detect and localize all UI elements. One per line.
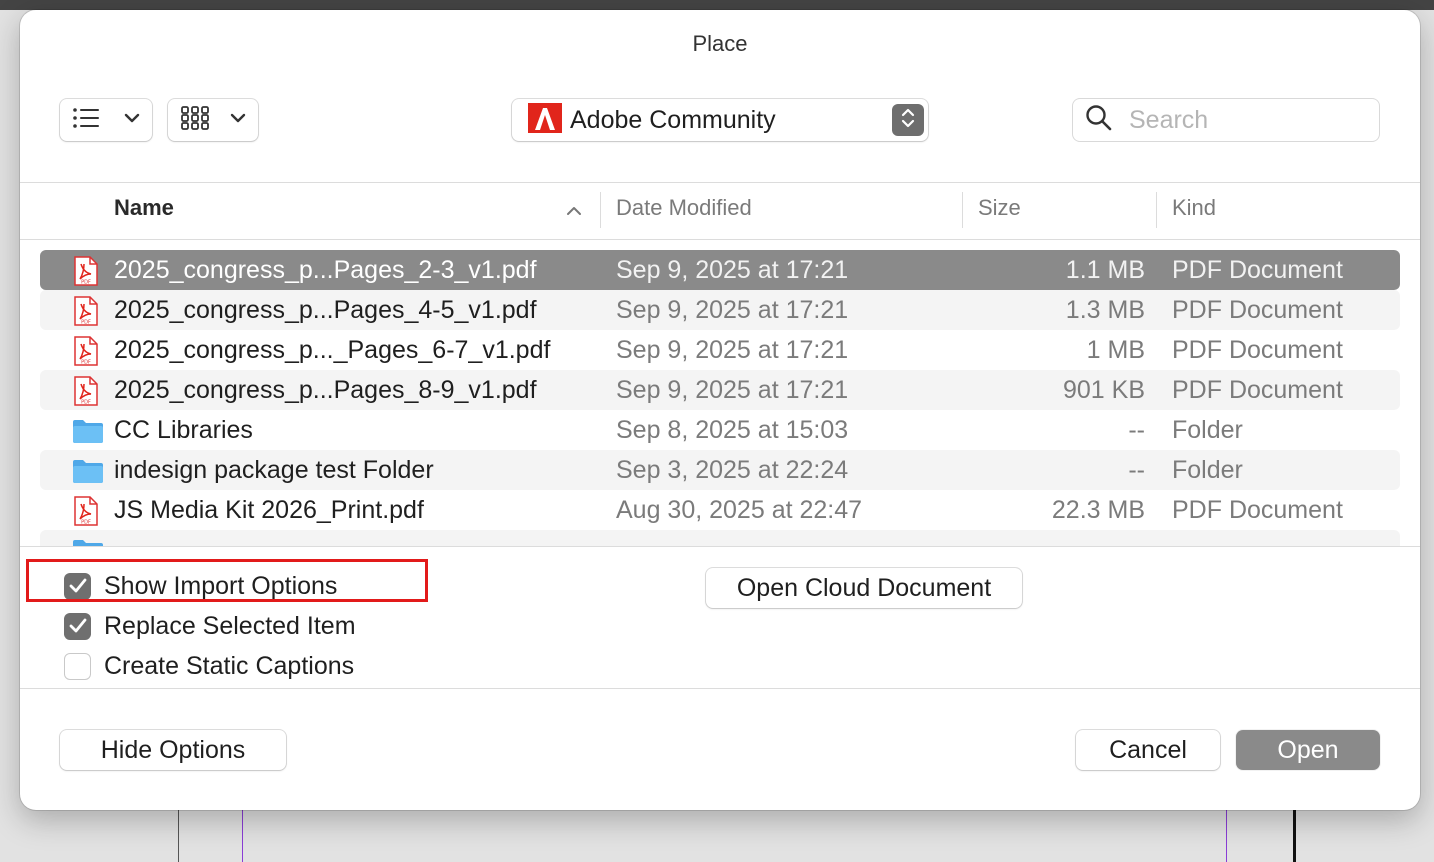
file-size: 901 KB [1062,376,1145,404]
file-date: Sep 8, 2025 at 15:03 [616,416,849,444]
checkbox-unchecked[interactable] [64,652,91,680]
background-guide-line [1226,805,1227,862]
file-size: -- [1128,456,1145,484]
file-date: Sep 9, 2025 at 17:21 [616,376,849,404]
column-header-name[interactable]: Name [114,195,174,221]
file-size: -- [1128,416,1145,444]
file-date: Sep 9, 2025 at 17:21 [616,256,849,284]
file-row[interactable]: PDF 2025_congress_p...Pages_4-5_v1.pdf S… [40,290,1400,330]
search-field[interactable] [1073,99,1379,141]
file-size: 22.3 MB [1051,496,1145,524]
search-input[interactable] [1127,104,1361,136]
file-kind: Folder [1172,456,1243,484]
grid-view-button[interactable] [168,99,258,141]
folder-icon [72,458,104,491]
open-cloud-document-button[interactable]: Open Cloud Document [706,568,1022,608]
column-separator[interactable] [600,192,601,228]
file-date: Sep 3, 2025 at 22:24 [616,456,849,484]
file-name: 2025_congress_p...Pages_2-3_v1.pdf [114,256,537,284]
file-kind: PDF Document [1172,336,1343,364]
pdf-icon: PDF [74,336,98,373]
file-date: Sep 9, 2025 at 17:21 [616,296,849,324]
file-name: 2025_congress_p...Pages_4-5_v1.pdf [114,296,537,324]
chevron-down-icon [124,111,140,129]
file-size: 1.3 MB [1065,296,1145,324]
open-button[interactable]: Open [1236,730,1380,770]
background-guide-line [242,805,243,862]
checkmark-icon [69,618,86,633]
svg-text:PDF: PDF [81,360,91,366]
file-name: JS Media Kit 2026_Print.pdf [114,496,424,524]
file-kind: PDF Document [1172,296,1343,324]
list-view-icon [72,107,100,134]
background-guide-line [178,805,179,862]
file-name: indesign package test Folder [114,456,434,484]
location-popup[interactable]: Adobe Community [512,99,928,141]
file-kind: PDF Document [1172,376,1343,404]
pdf-icon: PDF [74,256,98,293]
place-dialog: Place Adobe Community Search Name Date M… [20,10,1420,810]
folder-icon [72,418,104,451]
location-label: Adobe Community [570,105,776,134]
sort-ascending-icon [566,204,582,222]
column-header-kind[interactable]: Kind [1172,195,1216,221]
annotation-highlight-box [26,559,428,602]
checkbox-label: Replace Selected Item [104,611,356,640]
file-name: 2025_congress_p..._Pages_6-7_v1.pdf [114,336,551,364]
folder-row[interactable]: indesign package test Folder Sep 3, 2025… [40,450,1400,490]
file-date: Aug 30, 2025 at 22:47 [616,496,863,524]
file-row[interactable]: PDF 2025_congress_p..._Pages_6-7_v1.pdf … [40,330,1400,370]
replace-selected-item-checkbox[interactable]: Replace Selected Item [64,610,356,642]
cancel-button[interactable]: Cancel [1076,730,1220,770]
list-view-button[interactable] [60,99,152,141]
file-kind: Folder [1172,416,1243,444]
adobe-logo-icon [528,102,562,138]
column-header-size[interactable]: Size [978,195,1021,221]
checkbox-label: Create Static Captions [104,651,355,680]
grid-view-icon [180,105,210,136]
up-down-chevron-icon [900,106,916,135]
checkbox-checked[interactable] [64,612,91,640]
file-row-partial[interactable] [40,530,1400,546]
pdf-icon: PDF [74,296,98,333]
svg-text:PDF: PDF [81,520,91,526]
file-name: 2025_congress_p...Pages_8-9_v1.pdf [114,376,537,404]
background-guide-line [1293,805,1296,862]
file-name: CC Libraries [114,416,253,444]
divider [20,239,1420,240]
hide-options-button[interactable]: Hide Options [60,730,286,770]
location-stepper[interactable] [892,104,924,136]
file-size: 1 MB [1086,336,1145,364]
svg-text:PDF: PDF [81,280,91,286]
file-row[interactable]: PDF JS Media Kit 2026_Print.pdf Aug 30, … [40,490,1400,530]
dialog-title: Place [692,31,748,56]
pdf-icon: PDF [74,496,98,533]
window-top-bar [0,0,1434,10]
file-date: Sep 9, 2025 at 17:21 [616,336,849,364]
file-row[interactable]: PDF 2025_congress_p...Pages_8-9_v1.pdf S… [40,370,1400,410]
svg-text:PDF: PDF [81,320,91,326]
file-kind: PDF Document [1172,496,1343,524]
chevron-down-icon [230,111,246,129]
pdf-icon: PDF [74,376,98,413]
file-list[interactable]: PDF 2025_congress_p...Pages_2-3_v1.pdf S… [20,250,1420,546]
file-size: 1.1 MB [1065,256,1145,284]
folder-row[interactable]: CC Libraries Sep 8, 2025 at 15:03 -- Fol… [40,410,1400,450]
file-kind: PDF Document [1172,256,1343,284]
divider [20,182,1420,183]
svg-text:PDF: PDF [81,400,91,406]
search-icon [1085,104,1113,137]
create-static-captions-checkbox[interactable]: Create Static Captions [64,650,354,682]
column-separator[interactable] [1156,192,1157,228]
divider [20,546,1420,547]
column-header-date[interactable]: Date Modified [616,195,752,221]
column-separator[interactable] [962,192,963,228]
folder-icon [72,538,104,546]
divider [20,688,1420,689]
file-row[interactable]: PDF 2025_congress_p...Pages_2-3_v1.pdf S… [40,250,1400,290]
